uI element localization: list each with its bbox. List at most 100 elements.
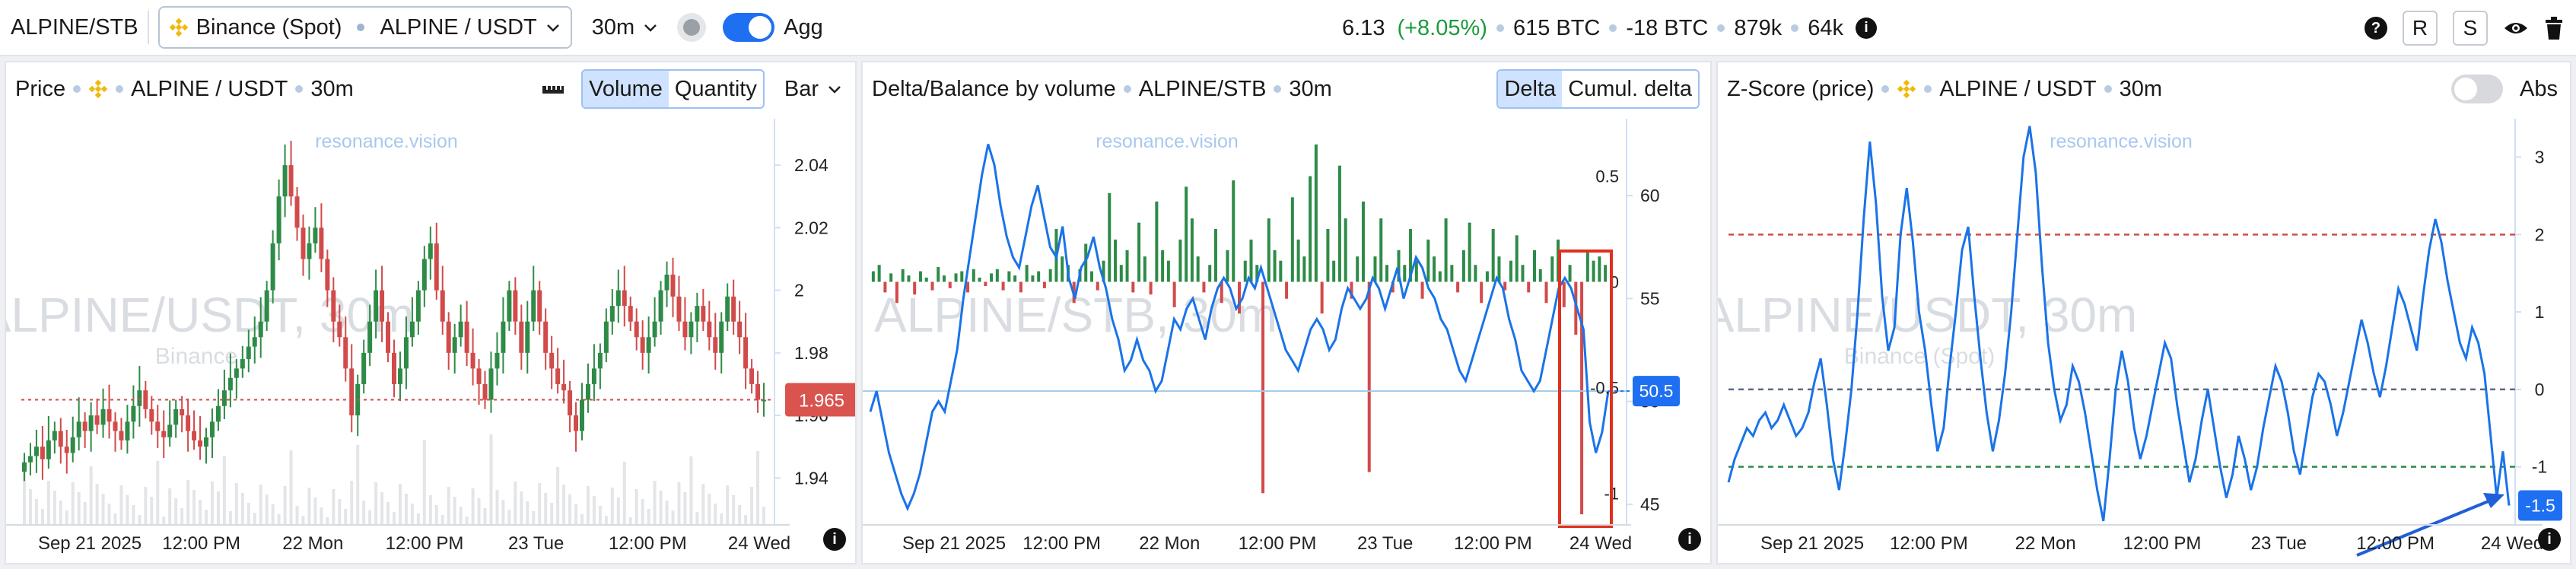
background-sub-watermark: Binance (Spot) — [1844, 344, 1995, 369]
background-sub-watermark: Binance — [155, 344, 237, 369]
abs-toggle[interactable] — [2451, 75, 2504, 103]
candle-body — [137, 390, 142, 406]
cumul-delta-button[interactable]: Cumul. delta — [1562, 71, 1698, 107]
y-tick-label: 0 — [2535, 380, 2545, 399]
delta-bar — [1309, 176, 1312, 282]
pair-selector[interactable]: Binance (Spot) ALPINE / USDT — [157, 6, 572, 49]
chart-type-selector[interactable]: Bar — [784, 77, 843, 102]
binance-logo-icon — [169, 17, 188, 37]
delta-bar — [1474, 265, 1477, 282]
candle-body — [215, 405, 221, 422]
volume-bar — [428, 495, 432, 525]
delta-button[interactable]: Delta — [1498, 71, 1563, 107]
info-icon[interactable]: i — [1856, 17, 1878, 39]
info-icon[interactable]: i — [1678, 528, 1701, 551]
volume-bar — [471, 488, 475, 525]
delta-bar — [1527, 281, 1531, 293]
right-tools: ? R S — [2365, 0, 2564, 56]
separator-dot — [1609, 24, 1617, 32]
volume-bar — [210, 482, 214, 525]
volume-bar — [277, 514, 281, 525]
delta-bar — [1249, 239, 1253, 282]
delta-bar — [1332, 260, 1336, 282]
volume-bar — [762, 507, 766, 525]
volume-bar — [659, 491, 663, 525]
delta-bar — [1213, 229, 1217, 282]
volume-bar — [289, 450, 293, 525]
candle-body — [501, 321, 506, 353]
panel-title: Price — [15, 76, 66, 101]
r-button[interactable]: R — [2403, 11, 2438, 46]
volume-bar — [689, 456, 693, 525]
volume-bar — [526, 501, 530, 525]
volume-bar — [34, 499, 38, 525]
delta-bar — [883, 281, 887, 293]
panel-timeframe: 30m — [1289, 76, 1332, 101]
info-icon[interactable]: i — [823, 528, 846, 551]
candle-body — [755, 383, 761, 400]
trash-icon[interactable] — [2544, 17, 2564, 40]
symbol-label[interactable]: ALPINE/STB — [11, 15, 138, 40]
volume-bar — [416, 513, 420, 525]
candle-body — [131, 405, 136, 422]
candle-body — [192, 431, 197, 440]
delta-bar — [918, 271, 922, 282]
volume-bar — [520, 491, 523, 525]
candle-body — [240, 359, 245, 369]
x-tick-label: Sep 21 2025 — [38, 533, 142, 554]
delta-bar — [1273, 250, 1277, 282]
zscore-chart[interactable]: ALPINE/USDT, 30mBinance (Spot) resonance.… — [1718, 119, 2570, 563]
candle-body — [107, 408, 112, 422]
y-tick-label: -1 — [2532, 457, 2547, 477]
candle-body — [725, 296, 730, 322]
current-price-label: 1.965 — [799, 391, 844, 412]
candle-body — [440, 290, 445, 322]
delta-bar — [1149, 281, 1153, 295]
volume-bar — [307, 488, 311, 525]
candle-body — [180, 408, 185, 416]
delta-bar — [1061, 256, 1064, 282]
volume-bar — [701, 484, 705, 525]
volume-bar — [532, 511, 536, 525]
candle-body — [46, 440, 51, 459]
candle-body — [246, 346, 251, 360]
record-button[interactable] — [677, 13, 707, 42]
volume-button[interactable]: Volume — [583, 71, 669, 107]
volume-bar — [295, 506, 299, 525]
candle-body — [234, 368, 239, 378]
help-icon[interactable]: ? — [2365, 17, 2387, 40]
delta-bar — [1267, 218, 1271, 282]
delta-bar — [1137, 222, 1141, 282]
delta-chart[interactable]: ALPINE/STB, 30mresonance.vision0.50-0.5-… — [863, 119, 1710, 563]
x-tick-label: 12:00 PM — [1022, 533, 1101, 554]
volume-bar — [501, 500, 505, 525]
info-icon[interactable]: i — [2538, 528, 2561, 551]
delta-bar — [1604, 265, 1608, 282]
timeframe-selector[interactable]: 30m — [592, 15, 659, 40]
candle-body — [579, 399, 584, 431]
volume-bar — [756, 451, 760, 525]
separator-dot — [295, 85, 304, 93]
watermark-label: resonance.vision — [315, 131, 458, 152]
candle-body — [695, 306, 700, 322]
volume-bar — [708, 494, 711, 525]
volume-bar — [683, 492, 687, 525]
volume-bar — [222, 456, 226, 525]
delta-bar — [943, 275, 946, 282]
volume-bar — [434, 505, 438, 525]
volume-bar — [592, 496, 596, 525]
s-button[interactable]: S — [2453, 11, 2488, 46]
candle-body — [676, 296, 682, 322]
volume-bar — [77, 492, 81, 525]
quantity-button[interactable]: Quantity — [669, 71, 763, 107]
ruler-icon[interactable] — [542, 81, 564, 97]
candle-body — [495, 352, 500, 369]
agg-toggle[interactable] — [723, 13, 775, 42]
price-chart[interactable]: ALPINE/USDT, 30mBinance resonance.vision 2… — [6, 119, 855, 563]
volume-bar — [332, 489, 336, 525]
delta-bar — [1096, 281, 1099, 291]
volume-bar — [477, 498, 481, 525]
delta-bar — [1450, 265, 1454, 282]
delta-bar — [1131, 281, 1135, 293]
eye-icon[interactable] — [2503, 19, 2529, 37]
